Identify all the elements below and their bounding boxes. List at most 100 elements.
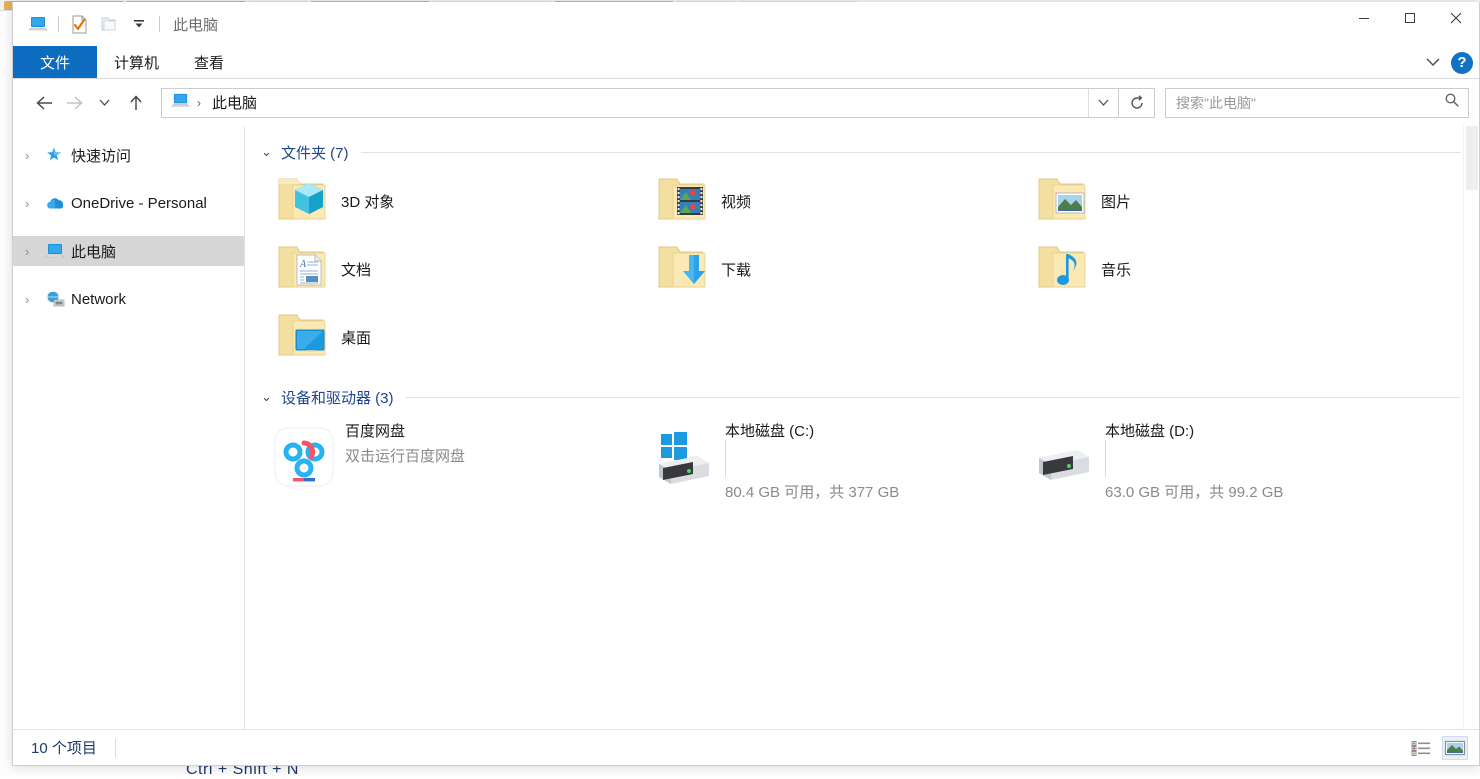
breadcrumb-chevron-down-icon[interactable] <box>1088 89 1118 117</box>
windows-drive-icon <box>653 426 715 488</box>
folder-item-label: 下载 <box>721 259 751 280</box>
sidebar-item-onedrive[interactable]: › OneDrive - Personal <box>13 188 244 218</box>
onedrive-cloud-icon <box>45 196 71 211</box>
window-controls <box>1341 2 1479 34</box>
chevron-down-icon[interactable]: ⌄ <box>261 389 281 405</box>
chevron-right-icon[interactable]: › <box>25 148 45 163</box>
folders-grid: 3D 对象 <box>261 167 1479 371</box>
customize-dropdown-icon[interactable] <box>124 9 154 39</box>
folder-item-3d-objects[interactable]: 3D 对象 <box>261 167 641 235</box>
network-icon <box>45 290 71 308</box>
status-separator <box>115 739 116 757</box>
collapse-ribbon-chevron-down-icon[interactable] <box>1425 54 1441 72</box>
breadcrumb-separator[interactable]: › <box>197 96 201 110</box>
breadcrumb[interactable]: › 此电脑 <box>161 88 1119 118</box>
large-icons-view-button[interactable] <box>1443 737 1467 759</box>
status-bar: 10 个项目 <box>13 729 1479 765</box>
quick-access-toolbar <box>23 9 165 39</box>
device-info: 本地磁盘 (C:) 80.4 GB 可用，共 377 GB <box>725 418 899 502</box>
sidebar-item-network[interactable]: › Network <box>13 284 244 314</box>
group-divider <box>406 397 1461 398</box>
recent-locations-chevron-down-icon[interactable] <box>89 88 119 118</box>
folder-item-documents[interactable]: A 文档 <box>261 235 641 303</box>
folder-downloads-icon <box>653 241 715 297</box>
device-item-local-disk-c[interactable]: 本地磁盘 (C:) 80.4 GB 可用，共 377 GB <box>641 412 1021 498</box>
capacity-bar <box>1105 440 1106 477</box>
new-folder-icon[interactable] <box>94 9 124 39</box>
search-box[interactable] <box>1165 88 1469 118</box>
search-input[interactable] <box>1176 95 1444 111</box>
sidebar-item-label: Network <box>71 291 126 308</box>
address-bar: › 此电脑 <box>13 79 1479 126</box>
group-header-folders[interactable]: ⌄ 文件夹 (7) <box>261 137 1479 167</box>
device-sub: 63.0 GB 可用，共 99.2 GB <box>1105 481 1283 502</box>
device-info: 百度网盘 双击运行百度网盘 <box>345 418 465 466</box>
folder-item-label: 文档 <box>341 259 371 280</box>
folder-item-label: 视频 <box>721 191 751 212</box>
properties-icon[interactable] <box>64 9 94 39</box>
vertical-scrollbar[interactable] <box>1463 126 1479 729</box>
sidebar-item-this-pc[interactable]: › 此电脑 <box>13 236 244 266</box>
forward-button[interactable] <box>59 88 89 118</box>
sidebar-item-label: 快速访问 <box>71 145 131 166</box>
folder-documents-icon: A <box>273 241 335 297</box>
window-body: › 快速访问 › OneDrive - Personal <box>13 126 1479 729</box>
navigation-pane: › 快速访问 › OneDrive - Personal <box>13 126 245 729</box>
folder-item-downloads[interactable]: 下载 <box>641 235 1021 303</box>
folder-videos-icon <box>653 173 715 229</box>
scrollbar-thumb[interactable] <box>1466 126 1478 190</box>
tab-view[interactable]: 查看 <box>176 46 242 78</box>
sidebar-item-label: OneDrive - Personal <box>71 195 207 212</box>
refresh-button[interactable] <box>1119 88 1155 118</box>
back-button[interactable] <box>29 88 59 118</box>
svg-text:A: A <box>299 259 307 270</box>
baidu-netdisk-icon <box>273 426 335 488</box>
device-sub: 80.4 GB 可用，共 377 GB <box>725 481 899 502</box>
device-sub: 双击运行百度网盘 <box>345 445 465 466</box>
capacity-bar <box>725 440 726 477</box>
ribbon-right-controls: ? <box>1425 46 1473 79</box>
chevron-right-icon[interactable]: › <box>25 196 45 211</box>
chevron-right-icon[interactable]: › <box>25 244 45 259</box>
this-pc-icon[interactable] <box>23 9 53 39</box>
group-divider <box>361 152 1461 153</box>
help-icon[interactable]: ? <box>1451 52 1473 74</box>
device-info: 本地磁盘 (D:) 63.0 GB 可用，共 99.2 GB <box>1105 418 1283 502</box>
folder-item-videos[interactable]: 视频 <box>641 167 1021 235</box>
folder-item-desktop[interactable]: 桌面 <box>261 303 641 371</box>
view-mode-buttons <box>1409 737 1467 759</box>
breadcrumb-item-this-pc[interactable]: 此电脑 <box>212 92 257 113</box>
group-label: 设备和驱动器 (3) <box>281 387 394 408</box>
minimize-button[interactable] <box>1341 2 1387 34</box>
device-name: 本地磁盘 (C:) <box>725 420 899 441</box>
folder-item-pictures[interactable]: 图片 <box>1021 167 1401 235</box>
search-icon[interactable] <box>1444 92 1460 113</box>
star-pin-icon <box>45 146 71 164</box>
item-count-label: 10 个项目 <box>31 737 97 758</box>
up-button[interactable] <box>121 88 151 118</box>
device-item-baidu-netdisk[interactable]: 百度网盘 双击运行百度网盘 <box>261 412 641 498</box>
group-header-devices[interactable]: ⌄ 设备和驱动器 (3) <box>261 382 1479 412</box>
folder-item-label: 图片 <box>1101 191 1131 212</box>
breadcrumb-this-pc-icon <box>171 92 190 114</box>
close-button[interactable] <box>1433 2 1479 34</box>
tab-file[interactable]: 文件 <box>13 46 97 78</box>
this-pc-icon <box>45 242 71 260</box>
maximize-button[interactable] <box>1387 2 1433 34</box>
folder-pictures-icon <box>1033 173 1095 229</box>
folder-item-music[interactable]: 音乐 <box>1021 235 1401 303</box>
sidebar-item-quick-access[interactable]: › 快速访问 <box>13 140 244 170</box>
chevron-right-icon[interactable]: › <box>25 292 45 307</box>
folder-item-label: 3D 对象 <box>341 191 394 212</box>
devices-grid: 百度网盘 双击运行百度网盘 <box>261 412 1479 498</box>
title-bar: 此电脑 <box>13 2 1479 46</box>
device-item-local-disk-d[interactable]: 本地磁盘 (D:) 63.0 GB 可用，共 99.2 GB <box>1021 412 1401 498</box>
tab-computer[interactable]: 计算机 <box>97 46 176 78</box>
sidebar-item-label: 此电脑 <box>71 241 116 262</box>
chevron-down-icon[interactable]: ⌄ <box>261 144 281 160</box>
content-pane: ⌄ 文件夹 (7) <box>245 126 1479 729</box>
folder-item-label: 音乐 <box>1101 259 1131 280</box>
details-view-button[interactable] <box>1409 737 1433 759</box>
local-drive-icon <box>1033 426 1095 488</box>
folder-item-label: 桌面 <box>341 327 371 348</box>
